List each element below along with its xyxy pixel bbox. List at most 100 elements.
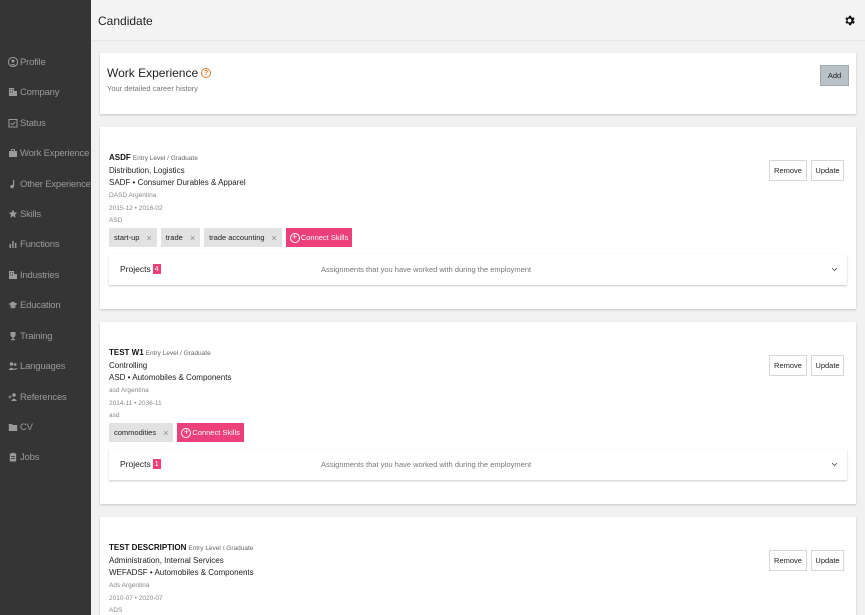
update-button[interactable]: Update [811, 160, 844, 181]
sidebar-item-label: Profile [20, 56, 46, 68]
sidebar-item-other-experience[interactable]: Other Experience [0, 172, 91, 196]
skill-chip: start-up × [109, 228, 157, 247]
sidebar-item-status[interactable]: Status [0, 111, 91, 135]
experience-company-industry: ASD • Automobiles & Components [109, 373, 232, 382]
connect-skills-button[interactable]: + Connect Skills [177, 423, 244, 442]
skill-chip: commodities × [109, 423, 174, 442]
sidebar: Profile Company Status Work Experience O… [0, 0, 91, 615]
experience-functions: Controlling [109, 361, 148, 370]
connect-skills-label: Connect Skills [300, 233, 349, 242]
plus-circle-icon: + [181, 427, 192, 438]
skill-label: trade accounting [209, 233, 265, 242]
clipboard-icon [7, 452, 18, 463]
skill-label: trade [165, 233, 183, 242]
sidebar-item-label: Industries [20, 269, 60, 281]
projects-count-badge: 4 [152, 264, 161, 274]
sidebar-item-cv[interactable]: CV [0, 415, 91, 439]
projects-description: Assignments that you have worked with du… [321, 460, 532, 469]
experience-description: ASD [109, 217, 123, 224]
experience-title-text: TEST DESCRIPTION [109, 543, 187, 552]
skill-label: start-up [114, 233, 140, 242]
chip-close-icon[interactable]: × [146, 233, 151, 243]
briefcase-icon [7, 148, 18, 159]
sidebar-item-label: Education [20, 299, 61, 311]
experience-level: Entry Level / Graduate [188, 545, 254, 552]
sidebar-item-education[interactable]: Education [0, 293, 91, 317]
chip-close-icon[interactable]: × [190, 233, 195, 243]
update-button[interactable]: Update [811, 550, 844, 571]
projects-label: Projects [120, 459, 151, 469]
projects-panel[interactable]: Projects 1 Assignments that you have work… [109, 449, 847, 480]
sidebar-item-label: Status [20, 117, 46, 129]
sidebar-item-company[interactable]: Company [0, 80, 91, 104]
sidebar-item-label: Work Experience [20, 147, 90, 159]
experience-level: Entry Level / Graduate [132, 155, 198, 162]
skills-list: commodities × + Connect Skills [109, 423, 244, 442]
sidebar-item-label: Training [20, 330, 53, 342]
section-title: Work Experience [107, 66, 199, 80]
remove-button[interactable]: Remove [769, 160, 807, 181]
folder-icon [7, 422, 18, 433]
sidebar-item-skills[interactable]: Skills [0, 202, 91, 226]
building-icon [7, 270, 18, 281]
projects-count-badge: 1 [152, 459, 161, 469]
chip-close-icon[interactable]: × [163, 428, 168, 438]
sidebar-item-references[interactable]: References [0, 385, 91, 409]
sidebar-item-label: CV [20, 421, 33, 433]
people-icon [7, 361, 18, 372]
skill-chip: trade × [160, 228, 201, 247]
experience-dates: 2014-11 • 2036-11 [109, 400, 162, 407]
building-icon [7, 87, 18, 98]
sidebar-item-label: Company [20, 86, 60, 98]
connect-skills-label: Connect Skills [192, 428, 240, 437]
chevron-down-icon[interactable] [831, 266, 838, 273]
graduation-cap-icon [7, 300, 18, 311]
chevron-down-icon[interactable] [831, 461, 838, 468]
help-icon[interactable]: ? [201, 68, 212, 78]
status-icon [7, 118, 18, 129]
experience-title: TEST DESCRIPTION Entry Level / Graduate [109, 543, 253, 552]
sidebar-item-work-experience[interactable]: Work Experience [0, 141, 91, 165]
experience-location: DASD Argentina [109, 192, 157, 199]
bar-chart-icon [7, 239, 18, 250]
projects-label: Projects [120, 264, 151, 274]
projects-description: Assignments that you have worked with du… [321, 265, 532, 274]
add-button[interactable]: Add [820, 65, 849, 86]
projects-panel[interactable]: Projects 4 Assignments that you have work… [109, 254, 847, 285]
work-experience-header: Work Experience ? Your detailed career h… [100, 53, 856, 114]
sidebar-item-training[interactable]: Training [0, 324, 91, 348]
sidebar-item-label: Jobs [20, 451, 40, 463]
experience-functions: Administration, Internal Services [109, 556, 224, 565]
connect-skills-button[interactable]: + Connect Skills [285, 228, 353, 247]
sidebar-item-profile[interactable]: Profile [0, 50, 91, 74]
remove-button[interactable]: Remove [769, 355, 807, 376]
music-note-icon [7, 179, 18, 190]
experience-dates: 2010-07 • 2020-07 [109, 595, 163, 602]
chip-close-icon[interactable]: × [272, 233, 277, 243]
plus-circle-icon: + [289, 232, 300, 243]
experience-location: Ads Argentina [109, 582, 150, 589]
experience-card: TEST DESCRIPTION Entry Level / Graduate A… [100, 517, 856, 615]
person-add-icon [7, 392, 18, 403]
trophy-icon [7, 331, 18, 342]
sidebar-item-industries[interactable]: Industries [0, 263, 91, 287]
experience-title-text: TEST W1 [109, 348, 144, 357]
experience-company-industry: SADF • Consumer Durables & Apparel [109, 178, 246, 187]
remove-button[interactable]: Remove [769, 550, 807, 571]
experience-company-industry: WEFADSF • Automobiles & Components [109, 568, 254, 577]
sidebar-item-label: Languages [20, 360, 66, 372]
section-subtitle: Your detailed career history [107, 84, 199, 93]
experience-card: ASDF Entry Level / Graduate Distribution,… [100, 127, 856, 309]
experience-title: TEST W1 Entry Level / Graduate [109, 348, 211, 357]
sidebar-item-languages[interactable]: Languages [0, 354, 91, 378]
experience-functions: Distribution, Logistics [109, 166, 185, 175]
sidebar-item-label: Functions [20, 238, 60, 250]
experience-card: TEST W1 Entry Level / Graduate Controllin… [100, 322, 856, 504]
experience-level: Entry Level / Graduate [145, 350, 211, 357]
skill-chip: trade accounting × [204, 228, 282, 247]
experience-description: asd [109, 412, 120, 419]
sidebar-item-jobs[interactable]: Jobs [0, 445, 91, 469]
gear-icon[interactable] [843, 14, 856, 27]
sidebar-item-functions[interactable]: Functions [0, 232, 91, 256]
update-button[interactable]: Update [811, 355, 844, 376]
